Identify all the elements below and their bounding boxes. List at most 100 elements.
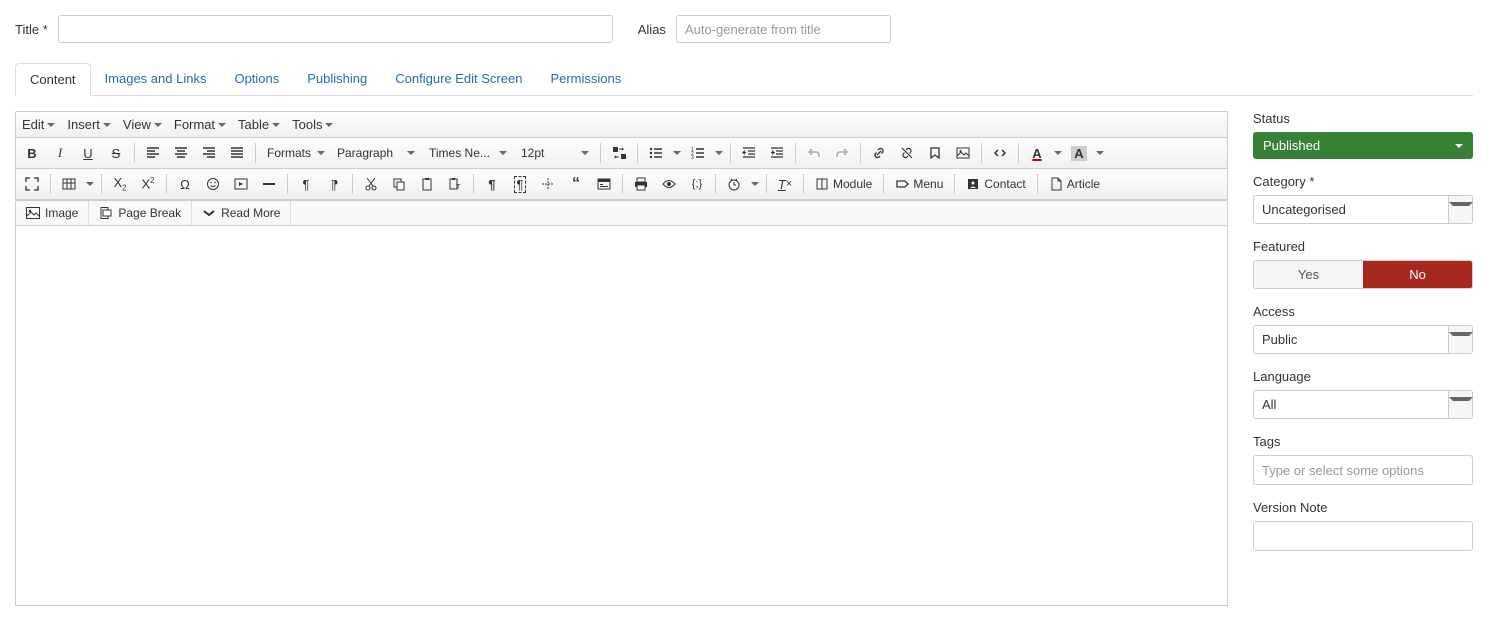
insertdatetime-button[interactable] bbox=[721, 171, 747, 197]
pagebreak-button[interactable]: Page Break bbox=[89, 201, 192, 225]
media-button[interactable] bbox=[228, 171, 254, 197]
hr-button[interactable] bbox=[256, 171, 282, 197]
image-insert-button[interactable]: Image bbox=[16, 201, 89, 225]
alias-input[interactable] bbox=[676, 15, 891, 43]
editor: Edit Insert View Format Table Tools B I … bbox=[15, 111, 1228, 201]
pastetext-button[interactable]: T bbox=[442, 171, 468, 197]
align-center-button[interactable] bbox=[168, 140, 194, 166]
find-replace-button[interactable] bbox=[606, 140, 632, 166]
access-label: Access bbox=[1253, 304, 1473, 319]
menu-insert[interactable]: Insert bbox=[61, 112, 117, 137]
alias-label: Alias bbox=[638, 22, 666, 37]
emoticons-button[interactable] bbox=[200, 171, 226, 197]
align-left-button[interactable] bbox=[140, 140, 166, 166]
italic-button[interactable]: I bbox=[47, 140, 73, 166]
nonbreaking-button[interactable] bbox=[535, 171, 561, 197]
codesample-button[interactable]: {;} bbox=[684, 171, 710, 197]
bgcolor-dropdown[interactable] bbox=[1094, 140, 1106, 166]
featured-yes[interactable]: Yes bbox=[1254, 261, 1363, 288]
readmore-button[interactable]: Read More bbox=[192, 201, 291, 225]
tab-configure-edit-screen[interactable]: Configure Edit Screen bbox=[381, 63, 536, 95]
menu-table[interactable]: Table bbox=[232, 112, 286, 137]
version-note-input[interactable] bbox=[1253, 521, 1473, 551]
formats-select[interactable]: Formats bbox=[261, 140, 329, 166]
svg-text:3: 3 bbox=[691, 155, 694, 160]
preview-button[interactable] bbox=[656, 171, 682, 197]
title-input[interactable] bbox=[58, 15, 613, 43]
menu-tools[interactable]: Tools bbox=[286, 112, 339, 137]
title-row: Title * Alias bbox=[15, 15, 1473, 43]
module-button[interactable]: Module bbox=[809, 171, 878, 197]
sourcecode-button[interactable] bbox=[987, 140, 1013, 166]
bullet-list-button[interactable] bbox=[643, 140, 669, 166]
removeformat-button[interactable]: T× bbox=[772, 171, 798, 197]
copy-button[interactable] bbox=[386, 171, 412, 197]
indent-button[interactable] bbox=[764, 140, 790, 166]
link-button[interactable] bbox=[866, 140, 892, 166]
template-button[interactable] bbox=[591, 171, 617, 197]
featured-no[interactable]: No bbox=[1363, 261, 1472, 288]
tab-options[interactable]: Options bbox=[220, 63, 293, 95]
status-select[interactable]: Published bbox=[1253, 132, 1473, 159]
tab-content[interactable]: Content bbox=[15, 63, 91, 96]
featured-label: Featured bbox=[1253, 239, 1473, 254]
textcolor-dropdown[interactable] bbox=[1052, 140, 1064, 166]
tabs: Content Images and Links Options Publish… bbox=[15, 63, 1473, 96]
tab-images-links[interactable]: Images and Links bbox=[91, 63, 221, 95]
anchor-button[interactable] bbox=[922, 140, 948, 166]
bullet-list-dropdown[interactable] bbox=[671, 140, 683, 166]
contact-button[interactable]: Contact bbox=[960, 171, 1031, 197]
unlink-button[interactable] bbox=[894, 140, 920, 166]
tab-permissions[interactable]: Permissions bbox=[536, 63, 635, 95]
sidebar: Status Published Category * Uncategorise… bbox=[1253, 111, 1473, 606]
bold-button[interactable]: B bbox=[19, 140, 45, 166]
textcolor-button[interactable]: A bbox=[1024, 140, 1050, 166]
image-button[interactable] bbox=[950, 140, 976, 166]
language-select[interactable]: All bbox=[1253, 390, 1473, 419]
pagebreak-icon bbox=[99, 207, 113, 219]
tags-input[interactable] bbox=[1253, 455, 1473, 485]
chevron-down-icon bbox=[202, 208, 216, 218]
cut-button[interactable] bbox=[358, 171, 384, 197]
specialchar-button[interactable]: Ω bbox=[172, 171, 198, 197]
subscript-button[interactable]: X2 bbox=[107, 171, 133, 197]
svg-text:T: T bbox=[456, 184, 461, 191]
bgcolor-button[interactable]: A bbox=[1066, 140, 1092, 166]
menu-format[interactable]: Format bbox=[168, 112, 232, 137]
block-select[interactable]: Paragraph bbox=[331, 140, 421, 166]
align-right-button[interactable] bbox=[196, 140, 222, 166]
tab-publishing[interactable]: Publishing bbox=[293, 63, 381, 95]
superscript-button[interactable]: X2 bbox=[135, 171, 161, 197]
tags-label: Tags bbox=[1253, 434, 1473, 449]
access-select[interactable]: Public bbox=[1253, 325, 1473, 354]
toolbar-row-2: X2 X2 Ω ¶ ¶ T ¶ ¶ “ {;} T× Module Menu C… bbox=[16, 169, 1227, 200]
strikethrough-button[interactable]: S bbox=[103, 140, 129, 166]
paste-button[interactable] bbox=[414, 171, 440, 197]
menu-button[interactable]: Menu bbox=[889, 171, 949, 197]
redo-button[interactable] bbox=[829, 140, 855, 166]
showinvisibles-button[interactable]: ¶ bbox=[479, 171, 505, 197]
insertdatetime-dropdown[interactable] bbox=[749, 171, 761, 197]
align-justify-button[interactable] bbox=[224, 140, 250, 166]
menu-edit[interactable]: Edit bbox=[16, 112, 61, 137]
toolbar-row-1: B I U S Formats Paragraph Times Ne... 12… bbox=[16, 138, 1227, 169]
blockquote-button[interactable]: “ bbox=[563, 171, 589, 197]
undo-button[interactable] bbox=[801, 140, 827, 166]
numbered-list-dropdown[interactable] bbox=[713, 140, 725, 166]
category-select[interactable]: Uncategorised bbox=[1253, 195, 1473, 224]
article-button[interactable]: Article bbox=[1043, 171, 1106, 197]
fullscreen-button[interactable] bbox=[19, 171, 45, 197]
table-dropdown[interactable] bbox=[84, 171, 96, 197]
font-select[interactable]: Times Ne... bbox=[423, 140, 513, 166]
showblocks-button[interactable]: ¶ bbox=[507, 171, 533, 197]
table-button[interactable] bbox=[56, 171, 82, 197]
menu-view[interactable]: View bbox=[117, 112, 168, 137]
rtl-button[interactable]: ¶ bbox=[321, 171, 347, 197]
outdent-button[interactable] bbox=[736, 140, 762, 166]
underline-button[interactable]: U bbox=[75, 140, 101, 166]
numbered-list-button[interactable]: 123 bbox=[685, 140, 711, 166]
fontsize-select[interactable]: 12pt bbox=[515, 140, 595, 166]
print-button[interactable] bbox=[628, 171, 654, 197]
editor-content-area[interactable] bbox=[15, 226, 1228, 606]
ltr-button[interactable]: ¶ bbox=[293, 171, 319, 197]
